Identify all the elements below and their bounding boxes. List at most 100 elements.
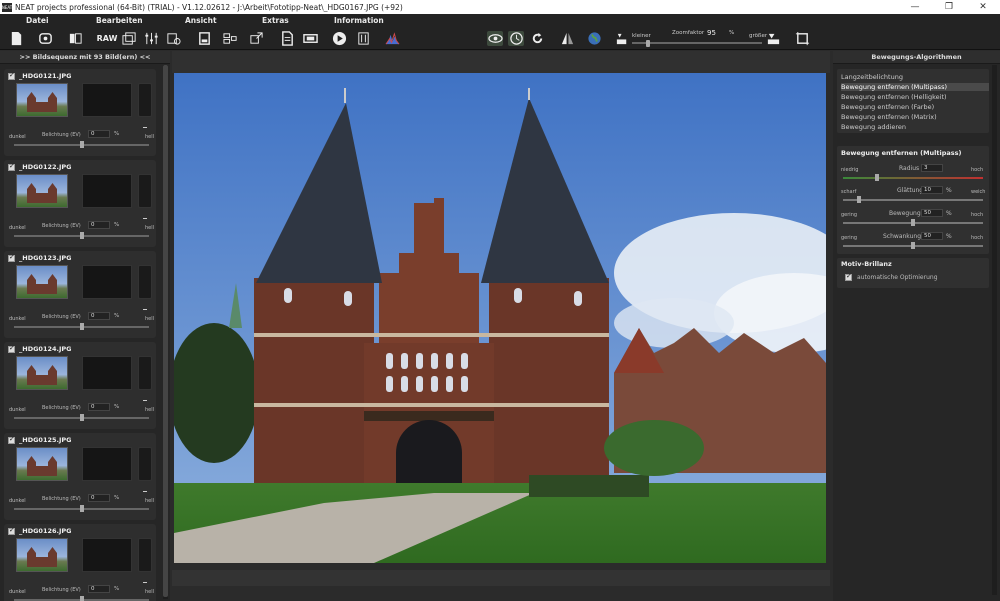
frame-item[interactable]: _HDG0125.JPGdunkel Belichtung (EV) 0% hell	[4, 433, 156, 520]
preview-image[interactable]	[174, 73, 826, 563]
zoom-slider-knob[interactable]	[646, 40, 650, 47]
motion-slider-knob[interactable]	[911, 219, 915, 226]
frame-motion-mask[interactable]	[82, 356, 132, 390]
radius-slider-track[interactable]	[843, 177, 983, 179]
open-sequence-icon[interactable]	[37, 31, 53, 46]
refresh-icon[interactable]	[529, 31, 545, 46]
frame-checkbox[interactable]	[8, 435, 15, 444]
sequence-scrollbar[interactable]	[163, 65, 168, 599]
sequence-scrollbar-thumb[interactable]	[163, 65, 168, 597]
motion-detect-icon[interactable]	[508, 31, 524, 46]
frame-motion-mask[interactable]	[82, 174, 132, 208]
exposure-value[interactable]: 0	[88, 403, 110, 411]
exposure-slider-knob[interactable]	[79, 414, 84, 421]
exposure-value[interactable]: 0	[88, 130, 110, 138]
frame-checkbox[interactable]	[8, 253, 15, 262]
zoom-factor-value[interactable]: 95	[707, 29, 716, 37]
exposure-value[interactable]: 0	[88, 585, 110, 593]
auto-optimization-checkbox[interactable]	[845, 272, 852, 281]
new-file-icon[interactable]	[8, 31, 24, 46]
frame-thumbnail[interactable]	[16, 83, 68, 117]
radius-low-label: niedrig	[841, 167, 859, 173]
frame-checkbox[interactable]	[8, 526, 15, 535]
zoom-in-icon[interactable]	[765, 31, 781, 46]
frame-motion-mask[interactable]	[82, 265, 132, 299]
frame-extra-mask[interactable]	[138, 356, 152, 390]
zoom-out-icon[interactable]	[614, 31, 630, 46]
menu-bearbeiten[interactable]: Bearbeiten	[96, 16, 143, 25]
open-folder-icon[interactable]	[67, 31, 83, 46]
settings-scrollbar[interactable]	[992, 65, 997, 595]
frame-checkbox[interactable]	[8, 71, 15, 80]
export-icon[interactable]	[248, 31, 264, 46]
variation-slider-knob[interactable]	[911, 242, 915, 249]
frame-extra-mask[interactable]	[138, 174, 152, 208]
smoothing-slider-track[interactable]	[843, 199, 983, 201]
grid-view-icon[interactable]	[222, 31, 238, 46]
frame-item[interactable]: _HDG0121.JPGdunkel Belichtung (EV) 0% hell	[4, 69, 156, 156]
algorithm-item[interactable]: Langzeitbelichtung	[841, 73, 903, 81]
document-icon[interactable]	[279, 31, 295, 46]
frame-checkbox[interactable]	[8, 162, 15, 171]
algorithm-item[interactable]: Bewegung entfernen (Multipass)	[841, 83, 989, 91]
frame-item[interactable]: _HDG0126.JPGdunkel Belichtung (EV) 0% hell	[4, 524, 156, 601]
motion-value[interactable]: 50	[921, 209, 943, 217]
menu-datei[interactable]: Datei	[26, 16, 49, 25]
exposure-value[interactable]: 0	[88, 494, 110, 502]
exposure-slider-knob[interactable]	[79, 505, 84, 512]
exposure-slider-knob[interactable]	[79, 323, 84, 330]
layers-icon[interactable]	[121, 31, 137, 46]
frame-extra-mask[interactable]	[138, 83, 152, 117]
play-icon[interactable]	[331, 31, 347, 46]
frame-extra-mask[interactable]	[138, 447, 152, 481]
algorithm-item[interactable]: Bewegung entfernen (Farbe)	[841, 103, 934, 111]
radius-slider-knob[interactable]	[875, 174, 879, 181]
frame-extra-mask[interactable]	[138, 265, 152, 299]
minimize-button[interactable]: —	[898, 2, 932, 12]
menu-extras[interactable]: Extras	[262, 16, 289, 25]
variation-value[interactable]: 50	[921, 232, 943, 240]
algorithm-item[interactable]: Bewegung entfernen (Matrix)	[841, 113, 937, 121]
globe-icon[interactable]	[586, 31, 602, 46]
frame-item[interactable]: _HDG0123.JPGdunkel Belichtung (EV) 0% hell	[4, 251, 156, 338]
frame-motion-mask[interactable]	[82, 538, 132, 572]
smoothing-value[interactable]: 10	[921, 186, 943, 194]
info-panel-icon[interactable]	[355, 31, 371, 46]
crop-icon[interactable]	[794, 31, 810, 46]
maximize-button[interactable]: ❐	[932, 2, 966, 12]
frame-motion-mask[interactable]	[82, 447, 132, 481]
sequence-header[interactable]: >> Bildsequenz mit 93 Bild(ern) <<	[0, 51, 170, 64]
app-logo: NEAT	[1, 2, 13, 12]
compare-icon[interactable]	[559, 31, 575, 46]
save-icon[interactable]	[196, 31, 212, 46]
frame-motion-mask[interactable]	[82, 83, 132, 117]
exposure-value[interactable]: 0	[88, 221, 110, 229]
frame-thumbnail[interactable]	[16, 265, 68, 299]
exposure-slider-knob[interactable]	[79, 232, 84, 239]
exposure-value[interactable]: 0	[88, 312, 110, 320]
exposure-slider-knob[interactable]	[79, 596, 84, 601]
frame-checkbox[interactable]	[8, 344, 15, 353]
frame-item[interactable]: _HDG0124.JPGdunkel Belichtung (EV) 0% hell	[4, 342, 156, 429]
frame-thumbnail[interactable]	[16, 356, 68, 390]
settings-icon[interactable]	[165, 31, 181, 46]
close-button[interactable]: ✕	[966, 2, 1000, 12]
frame-thumbnail[interactable]	[16, 447, 68, 481]
frame-extra-mask[interactable]	[138, 538, 152, 572]
algorithm-item[interactable]: Bewegung entfernen (Helligkeit)	[841, 93, 947, 101]
zoom-slider-track[interactable]	[632, 42, 762, 44]
batch-icon[interactable]	[302, 31, 318, 46]
eye-icon[interactable]	[487, 31, 503, 46]
adjust-sliders-icon[interactable]	[143, 31, 159, 46]
menu-information[interactable]: Information	[334, 16, 384, 25]
frame-thumbnail[interactable]	[16, 538, 68, 572]
smoothing-slider-knob[interactable]	[857, 196, 861, 203]
exposure-slider-knob[interactable]	[79, 141, 84, 148]
menu-ansicht[interactable]: Ansicht	[185, 16, 217, 25]
frame-item[interactable]: _HDG0122.JPGdunkel Belichtung (EV) 0% hell	[4, 160, 156, 247]
algorithm-item[interactable]: Bewegung addieren	[841, 123, 906, 131]
raw-button[interactable]: RAW	[97, 31, 118, 46]
frame-thumbnail[interactable]	[16, 174, 68, 208]
radius-value[interactable]: 3	[921, 164, 943, 172]
histogram-icon[interactable]	[384, 31, 400, 46]
